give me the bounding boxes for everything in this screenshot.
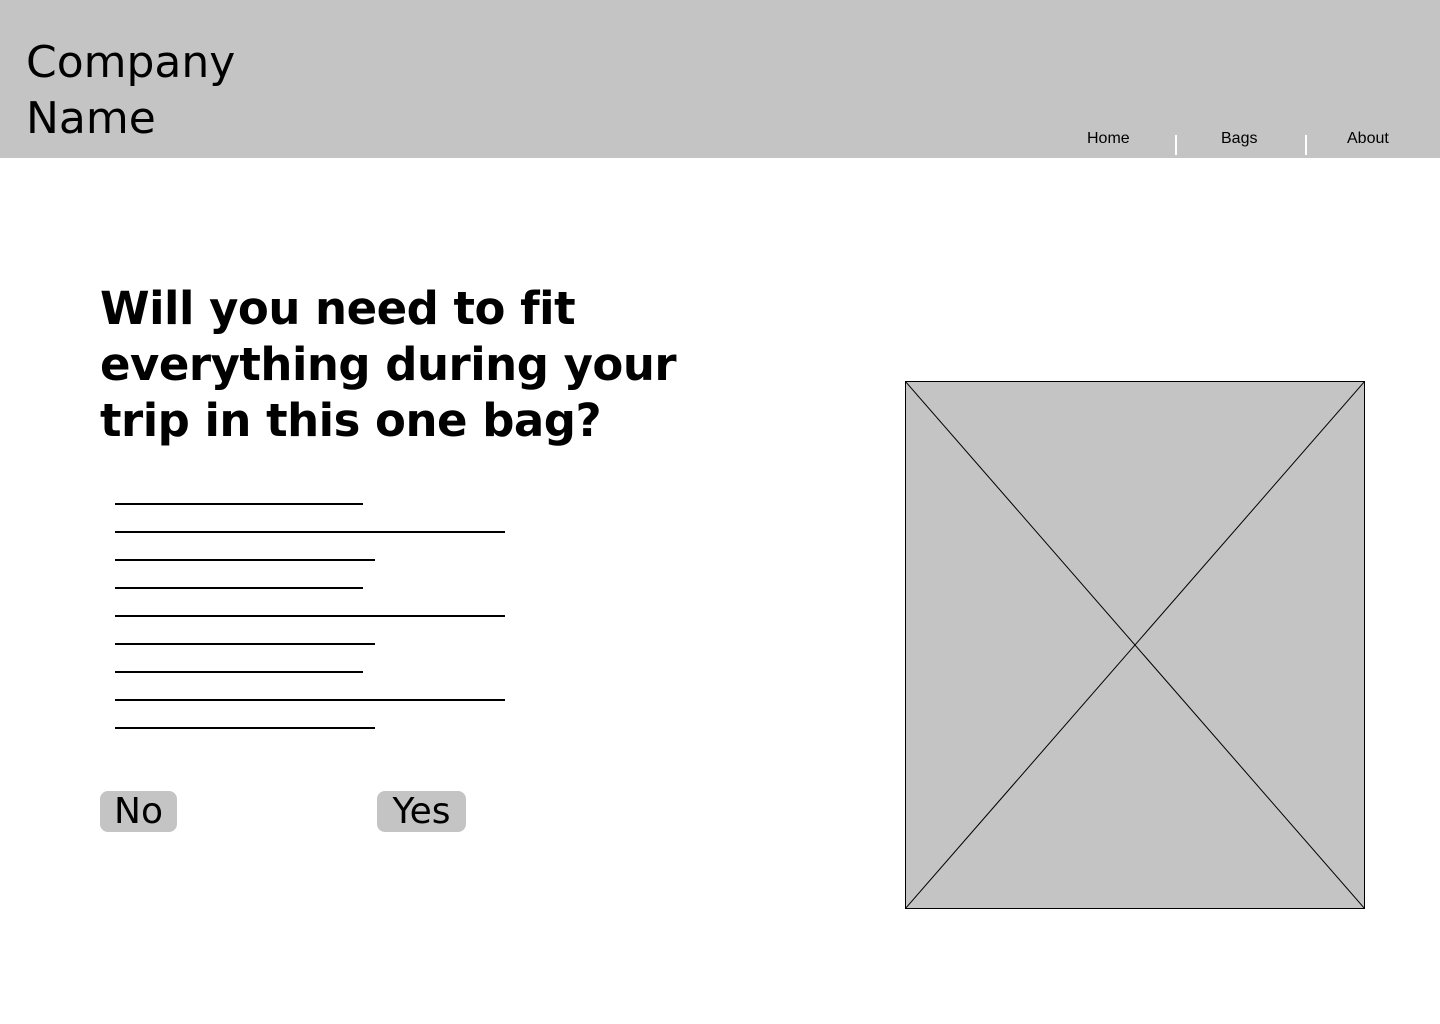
nav-separator <box>1175 135 1177 155</box>
nav-item-home[interactable]: Home <box>1087 130 1130 148</box>
placeholder-text-line <box>115 531 505 533</box>
no-button[interactable]: No <box>100 791 177 832</box>
placeholder-text-line <box>115 559 375 561</box>
header-bar: Company Name Home Bags About <box>0 0 1440 158</box>
placeholder-text-line <box>115 699 505 701</box>
placeholder-text-line <box>115 671 363 673</box>
yes-button[interactable]: Yes <box>377 791 466 832</box>
nav-item-bags[interactable]: Bags <box>1221 130 1257 148</box>
placeholder-text-line <box>115 727 375 729</box>
question-heading: Will you need to fit everything during y… <box>100 282 677 447</box>
company-name: Company Name <box>26 37 236 144</box>
nav-separator <box>1305 135 1307 155</box>
page: Company Name Home Bags About Will you ne… <box>0 0 1440 1024</box>
placeholder-text-line <box>115 643 375 645</box>
placeholder-text-line <box>115 615 505 617</box>
placeholder-text-line <box>115 587 363 589</box>
nav-item-about[interactable]: About <box>1347 130 1389 148</box>
placeholder-text-line <box>115 503 363 505</box>
image-placeholder <box>905 381 1365 909</box>
